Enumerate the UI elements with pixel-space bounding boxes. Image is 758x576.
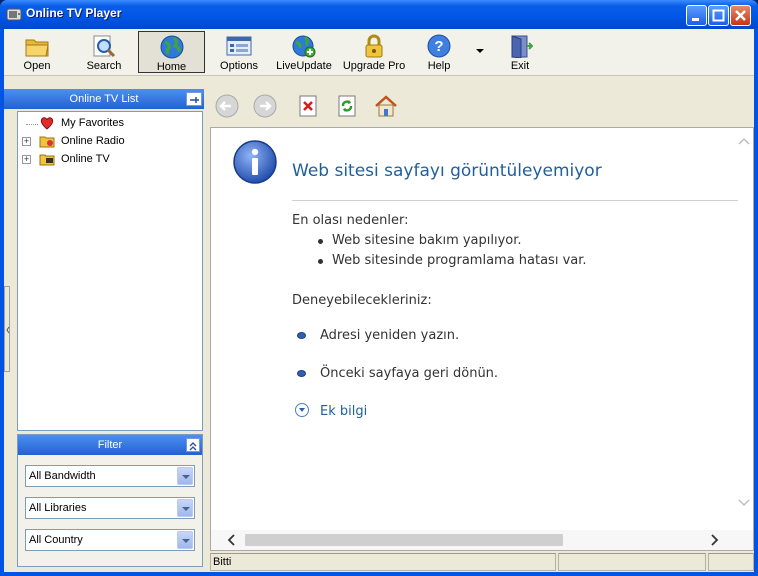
minimize-button[interactable] xyxy=(686,5,707,26)
tv-app-icon xyxy=(6,8,22,21)
lock-icon xyxy=(365,34,383,58)
close-icon xyxy=(735,10,746,21)
try-title: Deneyebilecekleriniz: xyxy=(292,293,432,308)
country-select[interactable]: All Country xyxy=(25,529,195,551)
exit-button[interactable]: Exit xyxy=(500,31,540,73)
expand-icon[interactable]: + xyxy=(22,155,31,164)
tree-item-online-tv[interactable]: + Online TV xyxy=(18,151,198,169)
minimize-icon xyxy=(692,18,699,21)
liveupdate-icon xyxy=(292,35,316,58)
error-heading: Web sitesi sayfayı görüntüleyemiyor xyxy=(292,161,602,181)
web-content: Web sitesi sayfayı görüntüleyemiyor En o… xyxy=(210,127,754,551)
bullet xyxy=(318,239,323,244)
try-item: Önceki sayfaya geri dönün. xyxy=(320,366,499,381)
dropdown-arrow-icon[interactable] xyxy=(177,467,193,485)
maximize-button[interactable] xyxy=(708,5,729,26)
close-button[interactable] xyxy=(730,5,751,26)
online-tv-list-header: Online TV List xyxy=(4,89,204,109)
svg-text:?: ? xyxy=(434,38,443,55)
tv-folder-icon xyxy=(39,154,55,166)
navigation-bar xyxy=(210,86,754,124)
open-button[interactable]: Open xyxy=(12,31,62,73)
forward-icon[interactable] xyxy=(252,93,278,119)
app-window: Online TV Player Open Search Home Option… xyxy=(0,0,758,576)
window-title: Online TV Player xyxy=(26,6,122,20)
dropdown-arrow-icon[interactable] xyxy=(177,499,193,517)
home-button[interactable]: Home xyxy=(138,31,205,73)
status-bar: Bitti xyxy=(210,553,754,571)
dropdown-arrow-icon[interactable] xyxy=(177,531,193,549)
status-panel xyxy=(708,553,754,571)
favorites-icon xyxy=(40,117,54,130)
title-bar[interactable]: Online TV Player xyxy=(0,0,758,29)
search-button[interactable]: Search xyxy=(76,31,132,73)
cause-item: Web sitesinde programlama hatası var. xyxy=(332,253,587,268)
bullet-icon xyxy=(297,370,306,377)
horizontal-scrollbar[interactable] xyxy=(211,530,753,550)
options-icon xyxy=(226,36,252,56)
exit-door-icon xyxy=(511,35,533,58)
expand-icon[interactable]: + xyxy=(22,137,31,146)
try-item: Adresi yeniden yazın. xyxy=(320,328,460,343)
scroll-left-icon[interactable] xyxy=(227,534,237,546)
refresh-icon[interactable] xyxy=(334,93,360,119)
radio-folder-icon xyxy=(39,136,55,148)
left-panel: Online TV List My Favorites + Online Rad… xyxy=(4,86,204,572)
help-button[interactable]: ? Help xyxy=(418,31,460,73)
expand-more-icon[interactable] xyxy=(295,403,309,417)
status-text: Bitti xyxy=(210,553,556,571)
stop-icon[interactable] xyxy=(295,93,321,119)
liveupdate-button[interactable]: LiveUpdate xyxy=(272,31,336,73)
scroll-up-icon[interactable] xyxy=(737,136,751,146)
bullet xyxy=(318,259,323,264)
status-panel xyxy=(558,553,706,571)
panel-splitter[interactable] xyxy=(4,286,10,372)
browser-panel: Web sitesi sayfayı görüntüleyemiyor En o… xyxy=(210,86,754,572)
filter-title: Filter xyxy=(97,439,123,451)
scroll-right-icon[interactable] xyxy=(709,534,719,546)
pin-icon[interactable] xyxy=(186,92,202,106)
main-toolbar: Open Search Home Options LiveUpdate Upgr… xyxy=(4,29,754,76)
client-area: Open Search Home Options LiveUpdate Upgr… xyxy=(4,29,754,572)
collapse-icon[interactable] xyxy=(186,438,200,452)
chevron-down-icon[interactable] xyxy=(476,49,484,53)
filter-panel: Filter All Bandwidth All Libraries All C… xyxy=(17,434,203,567)
cause-item: Web sitesine bakım yapılıyor. xyxy=(332,233,522,248)
search-icon xyxy=(93,35,116,58)
divider xyxy=(292,200,738,201)
help-icon: ? xyxy=(427,34,451,58)
libraries-select[interactable]: All Libraries xyxy=(25,497,195,519)
home-icon[interactable] xyxy=(373,93,399,119)
globe-icon xyxy=(160,35,183,59)
folder-icon xyxy=(25,39,49,57)
bandwidth-select[interactable]: All Bandwidth xyxy=(25,465,195,487)
back-icon[interactable] xyxy=(214,93,240,119)
tree-item-online-radio[interactable]: + Online Radio xyxy=(18,133,198,151)
list-title: Online TV List xyxy=(69,93,139,105)
maximize-icon xyxy=(712,9,725,22)
tree-item-my-favorites[interactable]: My Favorites xyxy=(18,115,198,133)
upgrade-pro-button[interactable]: Upgrade Pro xyxy=(340,31,408,73)
more-info-link[interactable]: Ek bilgi xyxy=(320,404,367,419)
scroll-down-icon[interactable] xyxy=(737,498,751,508)
filter-header[interactable]: Filter xyxy=(18,435,202,455)
scroll-thumb[interactable] xyxy=(245,534,563,546)
info-icon xyxy=(233,140,277,184)
options-button[interactable]: Options xyxy=(214,31,264,73)
causes-title: En olası nedenler: xyxy=(292,213,409,228)
bullet-icon xyxy=(297,332,306,339)
channel-tree[interactable]: My Favorites + Online Radio + Online TV xyxy=(17,111,203,431)
